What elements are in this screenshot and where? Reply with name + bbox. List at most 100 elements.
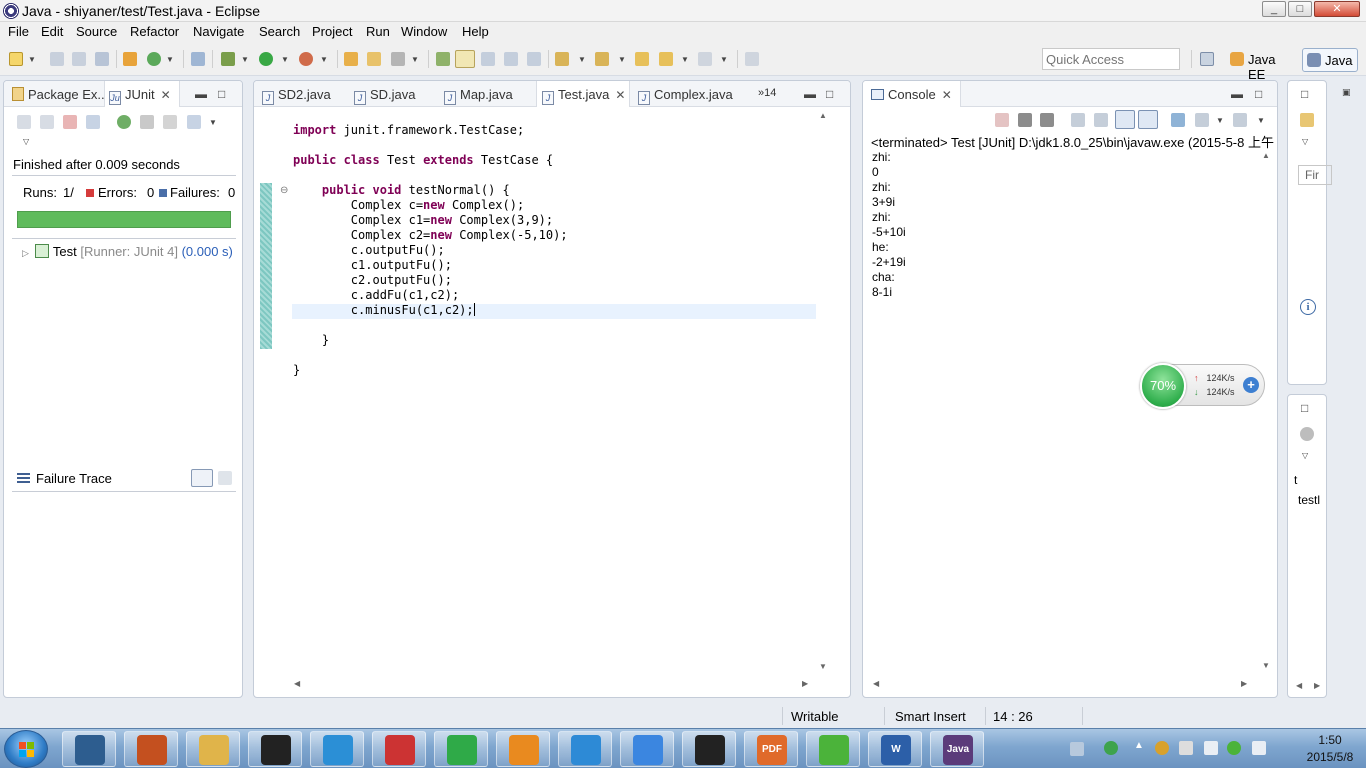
scroll-lock-icon[interactable]: [86, 115, 100, 129]
show-whitespace-icon[interactable]: [527, 52, 541, 66]
scroll-down-icon[interactable]: ▼: [819, 662, 827, 671]
build-icon[interactable]: [123, 52, 137, 66]
show-failures-only-icon[interactable]: [63, 115, 77, 129]
close-button[interactable]: ✕: [1314, 1, 1360, 17]
chevron-down-icon[interactable]: ▼: [209, 118, 217, 127]
previous-failure-icon[interactable]: [40, 115, 54, 129]
outline-icon[interactable]: [1300, 427, 1314, 441]
perspective-java[interactable]: Java: [1302, 48, 1358, 72]
show-hidden-icons-icon[interactable]: ▲: [1134, 740, 1144, 751]
taskbar-app-monitor[interactable]: [62, 731, 116, 767]
rerun-failures-icon[interactable]: [140, 115, 154, 129]
open-perspective-icon[interactable]: [1200, 52, 1214, 66]
network-speed-widget[interactable]: 70% ↑ 124K/s ↓ 124K/s +: [1140, 363, 1265, 409]
minimize-view-icon[interactable]: ▬: [1231, 87, 1243, 101]
taskbar-clock[interactable]: 1:50 2015/5/8: [1300, 732, 1360, 766]
find-input[interactable]: Fir: [1298, 165, 1332, 185]
volume-muted-icon[interactable]: [1179, 741, 1193, 755]
scroll-left-icon[interactable]: ◀: [873, 679, 879, 688]
scroll-lock-icon[interactable]: [1094, 113, 1108, 127]
mark-occurrences-icon[interactable]: [455, 50, 475, 68]
menu-project[interactable]: Project: [312, 24, 352, 39]
last-edit-location-icon[interactable]: [635, 52, 649, 66]
stop-icon[interactable]: [163, 115, 177, 129]
maximize-view-icon[interactable]: □: [218, 87, 225, 101]
tab-sd-java[interactable]: J SD.java: [354, 87, 416, 105]
taskbar-app-pdf[interactable]: PDF: [744, 731, 798, 767]
previous-annotation-icon[interactable]: [595, 52, 609, 66]
next-annotation-icon[interactable]: [555, 52, 569, 66]
scroll-right-icon[interactable]: ▶: [1314, 681, 1320, 690]
scroll-down-icon[interactable]: ▼: [1262, 661, 1270, 670]
chevron-down-icon[interactable]: ▼: [618, 55, 626, 64]
scroll-left-icon[interactable]: ◀: [294, 679, 300, 688]
menu-help[interactable]: Help: [462, 24, 489, 39]
save-icon[interactable]: [50, 52, 64, 66]
menu-file[interactable]: File: [8, 24, 29, 39]
horizontal-scrollbar[interactable]: ◀ ▶: [871, 678, 1251, 690]
taskbar-app-notes[interactable]: [620, 731, 674, 767]
terminate-icon[interactable]: [995, 113, 1009, 127]
menu-window[interactable]: Window: [401, 24, 447, 39]
open-console-icon[interactable]: [1233, 113, 1247, 127]
taskbar-app-sogou[interactable]: [496, 731, 550, 767]
expand-icon[interactable]: ▷: [22, 248, 29, 258]
show-console-stdout-icon[interactable]: [1115, 110, 1135, 129]
tab-console[interactable]: Console ✕: [863, 81, 961, 107]
chevron-down-icon[interactable]: ▼: [320, 55, 328, 64]
restore-view-icon[interactable]: □: [1301, 87, 1308, 101]
taskbar-app-javaee-ide[interactable]: Java EE IDE: [930, 731, 984, 767]
menu-refactor[interactable]: Refactor: [130, 24, 179, 39]
filter-stack-trace-icon[interactable]: [191, 469, 213, 487]
taskbar-app-refresh[interactable]: [434, 731, 488, 767]
restore-view-icon[interactable]: □: [1301, 401, 1308, 415]
maximize-view-icon[interactable]: □: [826, 87, 833, 101]
scroll-right-icon[interactable]: ▶: [802, 679, 808, 688]
tab-map-java[interactable]: J Map.java: [444, 87, 513, 105]
minimize-view-icon[interactable]: ▬: [195, 87, 207, 101]
tools-icon[interactable]: [391, 52, 405, 66]
keyboard-icon[interactable]: [1070, 742, 1084, 756]
chevron-down-icon[interactable]: ▼: [720, 55, 728, 64]
chevron-down-icon[interactable]: ▼: [411, 55, 419, 64]
pin-console-icon[interactable]: [1171, 113, 1185, 127]
horizontal-scrollbar[interactable]: ◀ ▶: [292, 678, 812, 690]
plus-tray-icon[interactable]: [1227, 741, 1241, 755]
action-center-icon[interactable]: [1252, 741, 1266, 755]
taskbar-app-network[interactable]: [558, 731, 612, 767]
taskbar-app-word[interactable]: W: [868, 731, 922, 767]
test-history-icon[interactable]: [187, 115, 201, 129]
memory-usage-ball[interactable]: 70%: [1140, 363, 1186, 409]
outline-item[interactable]: testl: [1298, 493, 1320, 507]
tab-package-explorer[interactable]: Package Ex...: [12, 87, 108, 102]
chevron-down-icon[interactable]: ▼: [1257, 116, 1265, 125]
remove-all-terminated-icon[interactable]: [1040, 113, 1054, 127]
quick-access-input[interactable]: [1042, 48, 1180, 70]
taskbar-app-qq[interactable]: [248, 731, 302, 767]
compare-results-icon[interactable]: [218, 471, 232, 485]
save-all-icon[interactable]: [72, 52, 86, 66]
taskbar-app-media[interactable]: [682, 731, 736, 767]
pin-editor-icon[interactable]: [745, 52, 759, 66]
menu-search[interactable]: Search: [259, 24, 300, 39]
chevron-down-icon[interactable]: ▼: [28, 55, 36, 64]
taskbar-app-explorer[interactable]: [186, 731, 240, 767]
chevron-down-icon[interactable]: ▽: [1302, 451, 1308, 460]
vertical-scrollbar[interactable]: ▲ ▼: [817, 111, 829, 673]
chevron-down-icon[interactable]: ▼: [241, 55, 249, 64]
block-selection-icon[interactable]: [504, 52, 518, 66]
menu-navigate[interactable]: Navigate: [193, 24, 244, 39]
show-console-stderr-icon[interactable]: [1138, 110, 1158, 129]
search-icon[interactable]: [436, 52, 450, 66]
close-icon[interactable]: ✕: [942, 88, 952, 102]
chevron-down-icon[interactable]: ▼: [281, 55, 289, 64]
run-external-icon[interactable]: [299, 52, 313, 66]
run-icon[interactable]: [259, 52, 273, 66]
scroll-up-icon[interactable]: ▲: [1262, 151, 1270, 160]
rerun-test-icon[interactable]: [117, 115, 131, 129]
scroll-left-icon[interactable]: ◀: [1296, 681, 1302, 690]
fold-collapse-icon[interactable]: ⊖: [280, 185, 288, 196]
start-button[interactable]: [4, 730, 48, 768]
back-icon[interactable]: [659, 52, 673, 66]
taskbar-app-game[interactable]: [124, 731, 178, 767]
